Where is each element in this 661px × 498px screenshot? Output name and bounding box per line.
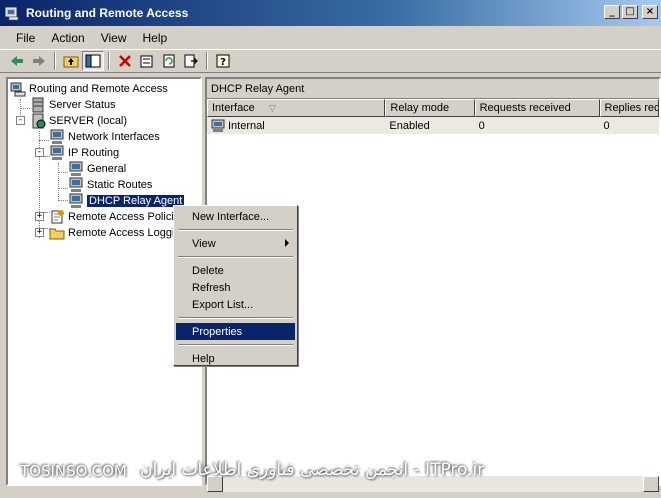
tree-item-remote-access-policies[interactable]: Remote Access Policie (49, 209, 180, 225)
menu-delete[interactable]: Delete (176, 262, 295, 279)
forward-arrow-icon[interactable] (28, 51, 50, 71)
collapse-server-toggle[interactable]: - (16, 116, 25, 125)
submenu-arrow-icon (285, 239, 289, 247)
column-interface[interactable]: Interface ▽ (207, 99, 386, 117)
refresh-icon[interactable] (158, 51, 180, 71)
routing-console-icon (10, 81, 26, 97)
menu-view[interactable]: View (93, 31, 135, 45)
minimize-button[interactable]: _ (604, 5, 620, 19)
scroll-right-button[interactable] (643, 476, 659, 492)
sort-arrow-icon: ▽ (268, 102, 276, 113)
tree-item-label: SERVER (local) (49, 115, 128, 127)
tree-item-label: Server Status (49, 99, 116, 111)
column-relay-mode[interactable]: Relay mode (385, 99, 475, 117)
expand-remote-access-logging-toggle[interactable]: + (35, 228, 44, 237)
tree-item-label: Static Routes (87, 179, 153, 191)
menu-separator (178, 256, 293, 258)
menu-new-interface[interactable]: New Interface... (176, 208, 295, 225)
svg-text:?: ? (220, 57, 226, 68)
menu-bar: File Action View Help (0, 28, 175, 48)
menu-properties[interactable]: Properties (176, 323, 295, 340)
static-routes-icon (68, 177, 84, 193)
toolbar: ? (0, 49, 661, 73)
tree-item-network-interfaces[interactable]: Network Interfaces (49, 129, 160, 145)
tree-item-static-routes[interactable]: Static Routes (68, 177, 152, 193)
main-window: Routing and Remote Access _ □ × File Act… (0, 0, 661, 498)
help-icon[interactable]: ? (212, 51, 234, 71)
cell-replies: 0 (603, 119, 610, 132)
cell-requests: 0 (478, 119, 485, 132)
cell-relay-mode: Enabled (389, 119, 430, 132)
tree-item-label: DHCP Relay Agent (87, 195, 185, 207)
menu-separator (178, 344, 293, 346)
table-row[interactable]: Internal Enabled 0 0 (207, 117, 659, 134)
menu-help-item[interactable]: Help (176, 350, 295, 367)
routing-app-icon (5, 5, 21, 21)
column-replies-received[interactable]: Replies rec (599, 99, 659, 117)
toolbar-separator (206, 52, 208, 70)
column-requests-received[interactable]: Requests received (474, 99, 600, 117)
details-header: DHCP Relay Agent (207, 79, 659, 99)
tree-item-label: General (87, 163, 127, 175)
server-status-icon (30, 97, 46, 113)
show-hide-tree-icon[interactable] (82, 51, 104, 71)
title-bar[interactable]: Routing and Remote Access _ □ × (0, 0, 661, 26)
collapse-ip-routing-toggle[interactable]: - (35, 148, 44, 157)
menu-separator (178, 229, 293, 231)
properties-icon[interactable] (136, 51, 158, 71)
export-list-icon[interactable] (180, 51, 202, 71)
ip-routing-icon (49, 145, 65, 161)
tree-item-label: Routing and Remote Access (29, 83, 168, 95)
up-folder-icon[interactable] (60, 51, 82, 71)
column-headers: Interface ▽ Relay mode Requests received… (207, 99, 659, 117)
menu-separator (178, 317, 293, 319)
toolbar-separator (108, 52, 110, 70)
menu-file[interactable]: File (8, 31, 43, 45)
network-interfaces-icon (49, 129, 65, 145)
cell-interface: Internal (207, 119, 385, 133)
delete-icon[interactable] (114, 51, 136, 71)
window-title: Routing and Remote Access (26, 6, 189, 20)
tree-item-server-local[interactable]: SERVER (local) (30, 113, 127, 129)
tree-item-label: Network Interfaces (68, 131, 160, 143)
interface-icon (211, 119, 225, 133)
tree-item-label: IP Routing (68, 147, 120, 159)
expand-remote-access-policies-toggle[interactable]: + (35, 212, 44, 221)
dhcp-relay-icon (68, 193, 84, 209)
menu-help[interactable]: Help (135, 31, 176, 45)
menu-action[interactable]: Action (43, 31, 92, 45)
toolbar-separator (54, 52, 56, 70)
tree-item-server-status[interactable]: Server Status (30, 97, 116, 113)
server-icon (30, 113, 46, 129)
menu-view-submenu[interactable]: View (176, 235, 295, 252)
back-arrow-icon[interactable] (6, 51, 28, 71)
tree-item-remote-access-logging[interactable]: Remote Access Loggi (49, 225, 174, 241)
maximize-button[interactable]: □ (622, 5, 638, 19)
tree-item-label: Remote Access Policie (68, 211, 180, 223)
close-button[interactable]: × (642, 5, 658, 19)
context-menu: New Interface... View Delete Refresh Exp… (173, 205, 298, 366)
general-icon (68, 161, 84, 177)
tree-item-routing-root[interactable]: Routing and Remote Access (10, 81, 168, 97)
remote-access-policies-icon (49, 209, 65, 225)
folder-icon (49, 225, 65, 241)
menu-refresh[interactable]: Refresh (176, 279, 295, 296)
watermark-right: انجمن تخصصی فناوری اطلاعات ایران - ITPro… (140, 460, 485, 480)
tree-item-ip-routing[interactable]: IP Routing (49, 145, 119, 161)
tree-item-general[interactable]: General (68, 161, 126, 177)
tree-item-dhcp-relay-agent[interactable]: DHCP Relay Agent (68, 193, 185, 209)
menu-export-list[interactable]: Export List... (176, 296, 295, 313)
tree-item-label: Remote Access Loggi (68, 227, 175, 239)
watermark-left: TOSINSO.COM (20, 462, 127, 480)
